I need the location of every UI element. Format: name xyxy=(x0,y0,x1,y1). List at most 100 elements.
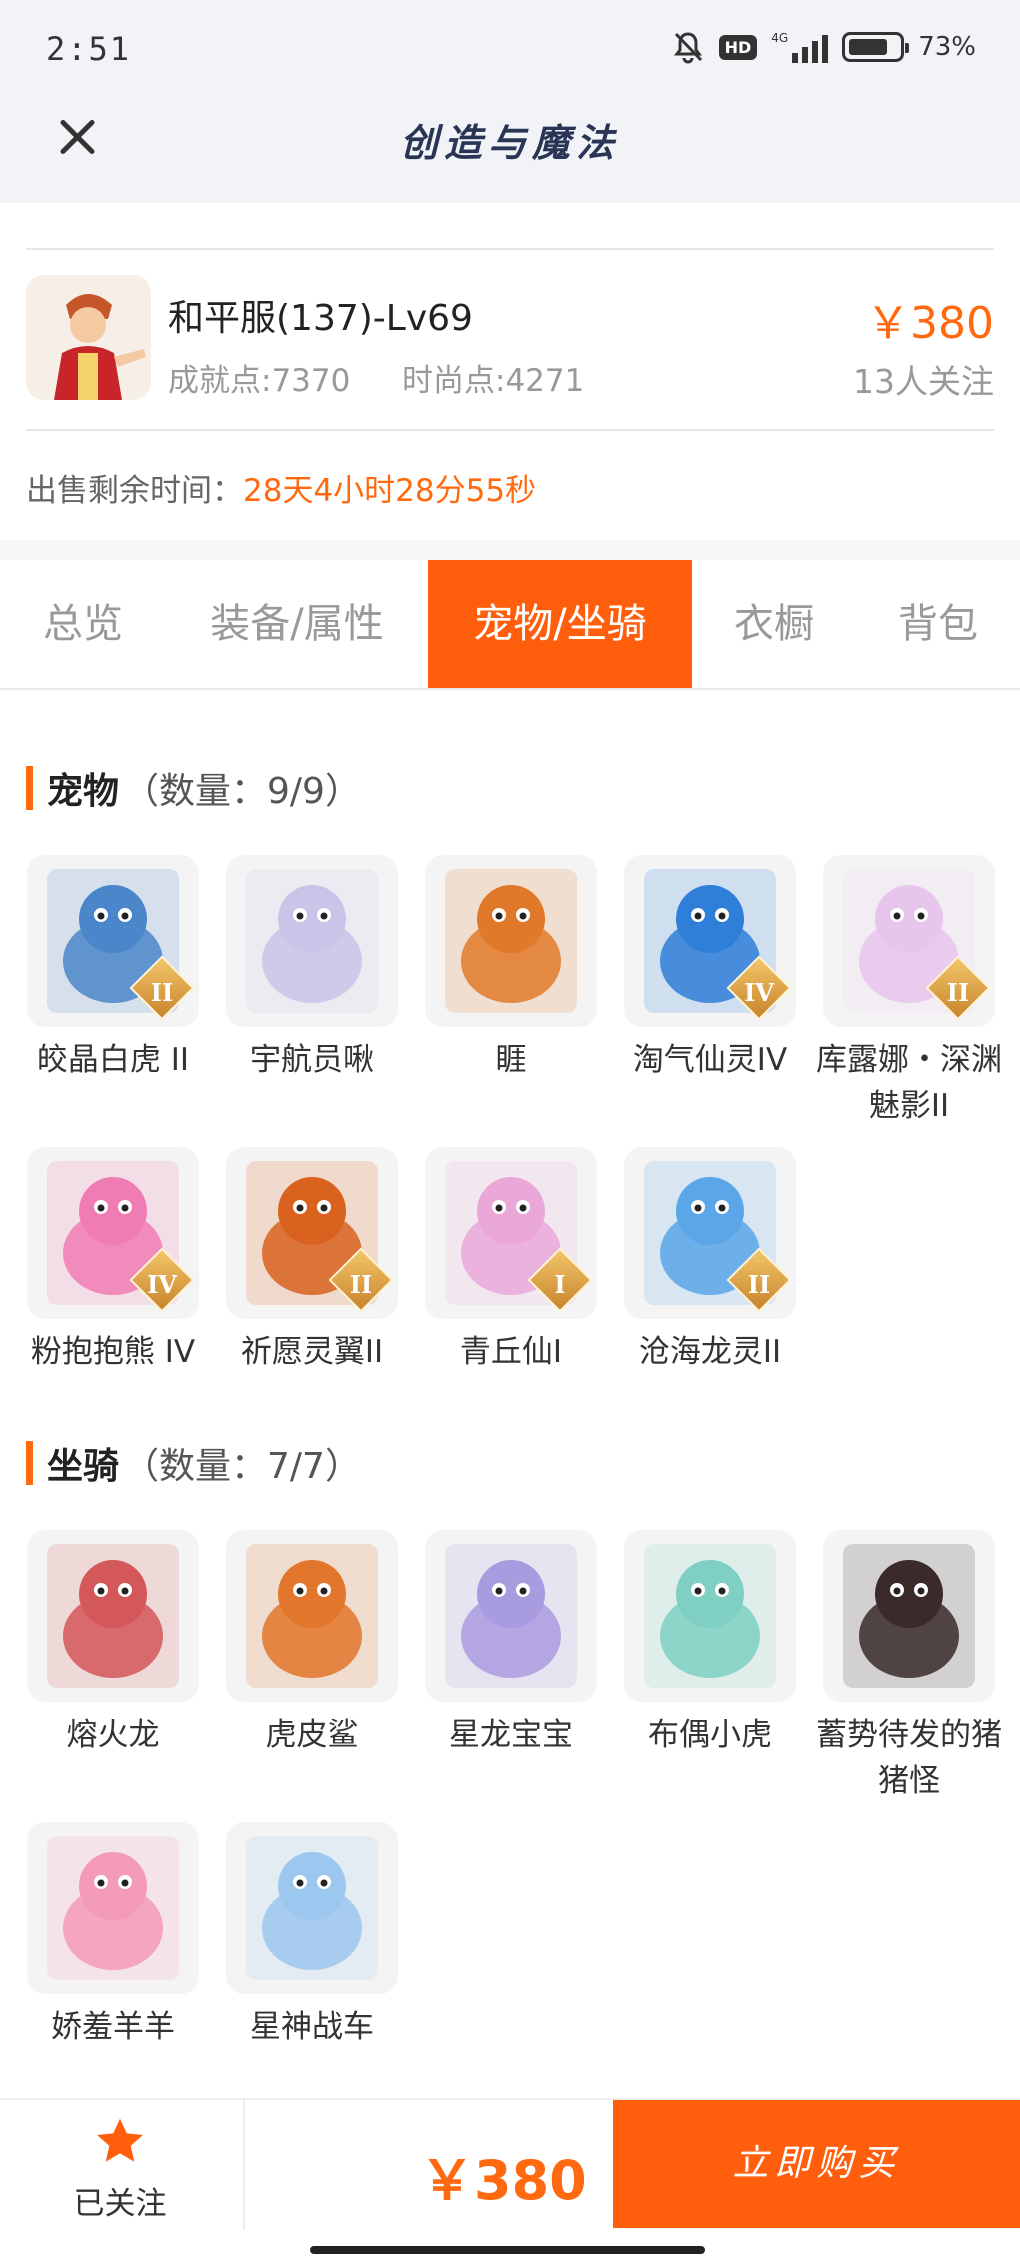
mounts-title: 坐骑 xyxy=(47,1446,120,1487)
tier-badge-text: II xyxy=(150,978,174,1007)
item-name: 祈愿灵翼II xyxy=(240,1334,384,1370)
account-name: 和平服(137)-Lv69 xyxy=(168,298,473,339)
status-icons: HD 4G 73% xyxy=(671,30,976,64)
battery-percent: 73% xyxy=(918,32,976,62)
pets-count: （数量：9/9） xyxy=(123,771,361,812)
item-name: 星神战车 xyxy=(250,2009,374,2045)
pig-icon xyxy=(843,1544,975,1688)
baby-dragon-icon xyxy=(445,1544,577,1688)
list-item[interactable]: IV 淘气仙灵IV xyxy=(624,855,796,1083)
item-thumbnail: II xyxy=(27,855,199,1027)
fire-dragon-icon xyxy=(47,1544,179,1688)
item-name: 淘气仙灵IV xyxy=(632,1042,788,1078)
bottom-bar: 已关注 ￥380 立即购买 xyxy=(0,2098,1020,2267)
item-thumbnail: I xyxy=(425,1147,597,1319)
item-thumbnail: II xyxy=(226,1147,398,1319)
tab-pets-mounts[interactable]: 宠物/坐骑 xyxy=(428,560,692,688)
list-item[interactable]: II 祈愿灵翼II xyxy=(226,1147,398,1375)
item-name: 星龙宝宝 xyxy=(449,1717,573,1753)
item-name: 库露娜・深渊魅影II xyxy=(816,1042,1002,1124)
avatar xyxy=(26,275,151,400)
item-thumbnail xyxy=(226,855,398,1027)
hd-icon: HD xyxy=(718,34,758,60)
battery-icon xyxy=(842,32,910,62)
star-icon xyxy=(97,2118,143,2162)
status-time: 2:51 xyxy=(46,30,132,68)
item-thumbnail xyxy=(226,1822,398,1994)
list-item[interactable]: 星龙宝宝 xyxy=(425,1530,597,1758)
list-item[interactable]: II 库露娜・深渊魅影II xyxy=(816,855,1002,1129)
item-thumbnail xyxy=(27,1530,199,1702)
fashion-points: 时尚点:4271 xyxy=(402,363,585,399)
tier-badge-text: II xyxy=(349,1270,373,1299)
character-icon xyxy=(26,275,151,400)
list-item[interactable]: 星神战车 xyxy=(226,1822,398,2050)
list-item[interactable]: 睚 xyxy=(425,855,597,1083)
divider xyxy=(26,429,994,431)
list-item[interactable]: 虎皮鲨 xyxy=(226,1530,398,1758)
tab-overview[interactable]: 总览 xyxy=(0,560,166,688)
signal-icon: 4G xyxy=(771,31,829,63)
item-thumbnail: II xyxy=(624,1147,796,1319)
item-name: 娇羞羊羊 xyxy=(51,2009,175,2045)
item-thumbnail xyxy=(823,1530,995,1702)
mounts-count: （数量：7/7） xyxy=(123,1446,361,1487)
divider xyxy=(26,248,994,250)
tier-badge-text: IV xyxy=(147,1270,177,1299)
mounts-section-title: 坐骑 （数量：7/7） xyxy=(26,1440,361,1487)
bottom-price: ￥380 xyxy=(420,2149,587,2212)
item-name: 皎晶白虎 II xyxy=(36,1042,190,1078)
list-item[interactable]: 熔火龙 xyxy=(27,1530,199,1758)
accent-bar xyxy=(26,1441,33,1485)
tab-wardrobe[interactable]: 衣橱 xyxy=(692,560,856,688)
item-name: 熔火龙 xyxy=(66,1717,160,1753)
list-item[interactable]: IV 粉抱抱熊 IV xyxy=(27,1147,199,1375)
item-thumbnail: II xyxy=(823,855,995,1027)
horse-icon xyxy=(246,1836,378,1980)
item-name: 睚 xyxy=(495,1042,527,1078)
accent-bar xyxy=(26,766,33,810)
remaining-time-value: 28天4小时28分55秒 xyxy=(243,473,537,509)
remaining-time: 出售剩余时间：28天4小时28分55秒 xyxy=(26,465,536,510)
account-price: ￥380 xyxy=(866,298,994,349)
follow-button[interactable]: 已关注 xyxy=(40,2114,200,2244)
section-gap xyxy=(0,540,1020,560)
top-bar: 2:51 HD 4G 73% 创造与魔法 xyxy=(0,0,1020,203)
tier-badge-text: I xyxy=(554,1270,566,1299)
item-thumbnail xyxy=(624,1530,796,1702)
tab-backpack[interactable]: 背包 xyxy=(856,560,1020,688)
tab-bar: 总览 装备/属性 宠物/坐骑 衣橱 背包 xyxy=(0,560,1020,690)
item-thumbnail xyxy=(425,1530,597,1702)
list-item[interactable]: 宇航员啾 xyxy=(226,855,398,1083)
achievement-points: 成就点:7370 xyxy=(168,363,351,399)
remaining-time-label: 出售剩余时间： xyxy=(26,473,243,509)
sheep-icon xyxy=(47,1836,179,1980)
cloth-tiger-icon xyxy=(644,1544,776,1688)
list-item[interactable]: II 皎晶白虎 II xyxy=(27,855,199,1083)
item-thumbnail xyxy=(226,1530,398,1702)
pets-section-title: 宠物 （数量：9/9） xyxy=(26,765,361,812)
item-name: 沧海龙灵II xyxy=(638,1334,782,1370)
buy-now-button[interactable]: 立即购买 xyxy=(613,2100,1020,2228)
list-item[interactable]: 布偶小虎 xyxy=(624,1530,796,1758)
list-item[interactable]: 娇羞羊羊 xyxy=(27,1822,199,2050)
list-item[interactable]: 蓄势待发的猪猪怪 xyxy=(816,1530,1002,1804)
list-item[interactable]: II 沧海龙灵II xyxy=(624,1147,796,1375)
item-name: 布偶小虎 xyxy=(648,1717,772,1753)
status-bar: 2:51 HD 4G 73% xyxy=(0,0,1020,100)
tier-badge-text: II xyxy=(946,978,970,1007)
follow-label: 已关注 xyxy=(73,2186,167,2222)
item-name: 粉抱抱熊 IV xyxy=(30,1334,196,1370)
list-item[interactable]: I 青丘仙I xyxy=(425,1147,597,1375)
home-indicator[interactable] xyxy=(310,2246,705,2254)
dragon-icon xyxy=(445,869,577,1013)
follower-count: 13人关注 xyxy=(853,362,994,401)
tier-badge-text: II xyxy=(747,1270,771,1299)
tab-equipment[interactable]: 装备/属性 xyxy=(166,560,428,688)
astronaut-icon xyxy=(246,869,378,1013)
page-title: 创造与魔法 xyxy=(399,120,620,165)
item-name: 宇航员啾 xyxy=(250,1042,374,1078)
network-type: 4G xyxy=(771,31,789,45)
item-thumbnail: IV xyxy=(27,1147,199,1319)
pets-title: 宠物 xyxy=(47,771,120,812)
